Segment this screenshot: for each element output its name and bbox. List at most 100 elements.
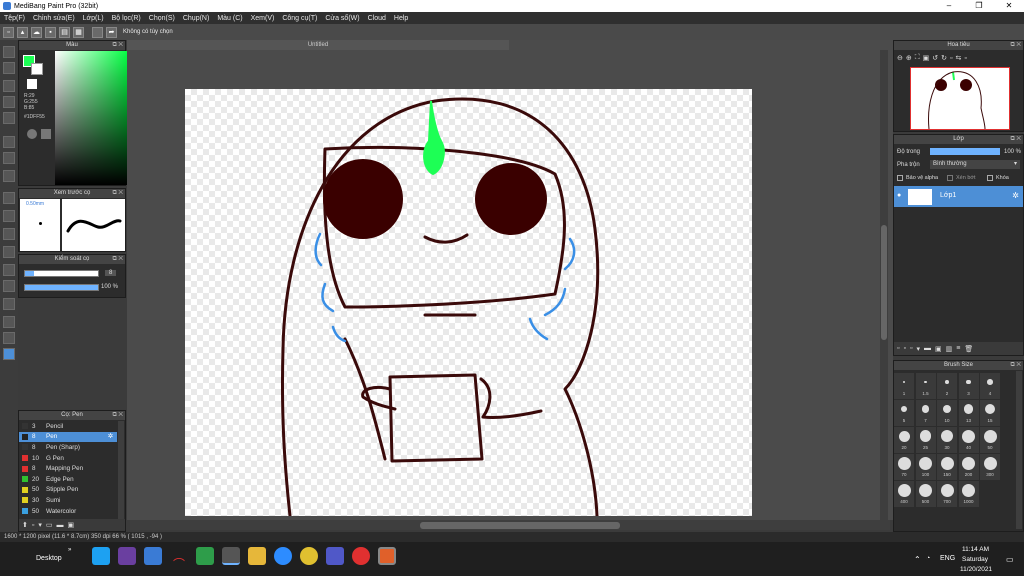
app-icon-2[interactable] <box>118 547 136 565</box>
zoom-in-icon[interactable]: ⊕ <box>906 54 912 62</box>
brush-list-item[interactable]: 20 Edge Pen <box>19 474 117 485</box>
tool-eyedropper-icon[interactable] <box>3 316 15 328</box>
add-brush-icon[interactable]: ⬆ <box>22 521 28 529</box>
fit-icon[interactable]: ⛶ <box>915 54 920 62</box>
brush-size-cell[interactable]: 500 <box>915 481 936 507</box>
brush-list-item[interactable]: 50 Stipple Pen <box>19 485 117 496</box>
merge-layer-icon[interactable]: ▥ <box>946 345 953 353</box>
network-icon[interactable]: ◔ <box>926 555 930 562</box>
clipping-checkbox[interactable] <box>947 175 953 181</box>
brush-size-cell[interactable]: 700 <box>937 481 957 507</box>
brush-size-slider[interactable] <box>24 270 99 277</box>
brush-size-cell[interactable]: 70 <box>894 454 914 480</box>
brush-size-value[interactable]: 8 <box>105 270 117 276</box>
app-icon-red[interactable] <box>378 547 396 565</box>
brush-list-scrollbar[interactable] <box>118 421 124 519</box>
brush-size-cell[interactable]: 150 <box>937 454 957 480</box>
tool-move-icon[interactable] <box>3 96 15 108</box>
menu-help[interactable]: Help <box>390 15 412 22</box>
canvas-horizontal-scroll-thumb[interactable] <box>420 522 620 529</box>
tool-rect-icon[interactable] <box>3 80 15 92</box>
brush-list-item[interactable]: 50 Watercolor <box>19 506 117 517</box>
actual-size-icon[interactable]: ▣ <box>923 54 930 62</box>
layer-folder-icon[interactable]: ▬ <box>924 345 931 352</box>
layer-add-menu-icon[interactable]: ▾ <box>916 345 920 353</box>
menu-color[interactable]: Màu (C) <box>213 15 246 22</box>
menu-select[interactable]: Chọn(S) <box>145 15 179 22</box>
cloud-icon[interactable]: ☁ <box>31 26 42 38</box>
word-icon[interactable] <box>144 547 162 565</box>
tray-arrow-icon[interactable]: ⌃ <box>914 555 921 564</box>
menu-filter[interactable]: Bộ lọc(R) <box>108 15 145 22</box>
arrow-icon[interactable]: ➦ <box>106 26 117 38</box>
navigator-thumbnail[interactable] <box>910 67 1010 130</box>
skype-icon[interactable] <box>92 547 110 565</box>
palette-icon[interactable] <box>27 129 37 139</box>
open-file-icon[interactable]: ▴ <box>17 26 28 38</box>
brush-list-item[interactable]: 30 Sumi <box>19 495 117 506</box>
tool-divide-icon[interactable] <box>3 298 15 310</box>
chrome-icon[interactable] <box>300 547 318 565</box>
brush-size-cell[interactable]: 1000 <box>958 481 979 507</box>
menu-window[interactable]: Cửa sổ(W) <box>321 15 363 22</box>
brush-size-cell[interactable]: 40 <box>958 427 979 453</box>
blank-tool-icon[interactable] <box>92 26 103 38</box>
new-brush-icon[interactable]: ▫ <box>32 522 34 529</box>
layer-opacity-slider[interactable] <box>930 148 1000 155</box>
tool-magic-wand-icon[interactable] <box>3 210 15 222</box>
brush-folder-icon[interactable]: ▬ <box>57 522 64 529</box>
brush-size-cell[interactable]: 100 <box>915 454 936 480</box>
new-file-icon[interactable]: ▫ <box>3 26 14 38</box>
close-button[interactable]: ✕ <box>994 0 1024 12</box>
clock-time[interactable]: 11:14 AM <box>962 546 989 553</box>
save-icon[interactable]: ▪ <box>45 26 56 38</box>
tool-select-pen-icon[interactable] <box>3 228 15 240</box>
brush-list-item[interactable]: 10 G Pen <box>19 453 117 464</box>
visibility-eye-icon[interactable]: ● <box>897 192 901 199</box>
menu-file[interactable]: Tệp(F) <box>0 15 29 22</box>
tool-operation-icon[interactable] <box>3 280 15 292</box>
wifi-app-icon[interactable]: ︵ <box>170 547 188 565</box>
excel-icon[interactable] <box>196 547 214 565</box>
brush-copy-icon[interactable]: ▣ <box>68 521 75 529</box>
flip-icon[interactable]: ⇆ <box>956 54 962 62</box>
brush-opacity-slider[interactable] <box>24 284 99 291</box>
language-indicator[interactable]: ENG <box>940 555 955 562</box>
nav-option-icon[interactable]: ▫ <box>964 55 966 62</box>
tool-select-eraser-icon[interactable] <box>3 246 15 258</box>
brush-size-cell[interactable]: 400 <box>894 481 914 507</box>
zoom-out-icon[interactable]: ⊖ <box>897 54 903 62</box>
brush-size-cell[interactable]: 10 <box>937 400 957 426</box>
new-halftone-layer-icon[interactable]: ▫ <box>903 345 905 352</box>
blend-mode-select[interactable]: Bình thường ▾ <box>930 160 1020 169</box>
rotate-right-icon[interactable]: ↻ <box>941 54 947 62</box>
desktop-expand-icon[interactable]: » <box>68 547 71 553</box>
menu-cloud[interactable]: Cloud <box>364 15 390 22</box>
new-8bit-layer-icon[interactable]: ▫ <box>910 345 912 352</box>
medibang-taskbar-icon[interactable] <box>222 547 240 565</box>
tool-lasso-icon[interactable] <box>3 192 15 204</box>
tool-fill-icon[interactable] <box>3 112 15 124</box>
brush-size-cell[interactable]: 300 <box>980 454 1000 480</box>
duplicate-layer-icon[interactable]: ▣ <box>935 345 942 353</box>
brush-list-item[interactable]: 3 Pencil <box>19 421 117 432</box>
brush-size-cell[interactable]: 50 <box>980 427 1000 453</box>
minimize-button[interactable]: – <box>934 0 964 12</box>
menu-layer[interactable]: Lớp(L) <box>79 15 108 22</box>
grid-icon[interactable]: ▦ <box>73 26 84 38</box>
canvas[interactable] <box>185 89 752 516</box>
chrome-2-icon[interactable] <box>352 547 370 565</box>
brush-size-cell[interactable]: 30 <box>937 427 957 453</box>
document-tab[interactable]: Untitled <box>127 40 509 50</box>
menu-snap[interactable]: Chụp(N) <box>179 15 213 22</box>
tool-select-icon[interactable] <box>3 170 15 182</box>
menu-tools[interactable]: Công cụ(T) <box>278 15 321 22</box>
menu-edit[interactable]: Chỉnh sửa(E) <box>29 15 79 22</box>
brush-size-cell[interactable]: 15 <box>980 400 1000 426</box>
brush-size-cell[interactable]: 3 <box>958 373 979 399</box>
reset-rotation-icon[interactable]: ▫ <box>950 55 952 62</box>
brush-list-item[interactable]: 8 Mapping Pen <box>19 463 117 474</box>
brush-menu-icon[interactable]: ▾ <box>38 521 42 529</box>
layer-properties-icon[interactable]: ≡ <box>956 345 960 352</box>
brush-size-cell[interactable]: 1 <box>894 373 914 399</box>
